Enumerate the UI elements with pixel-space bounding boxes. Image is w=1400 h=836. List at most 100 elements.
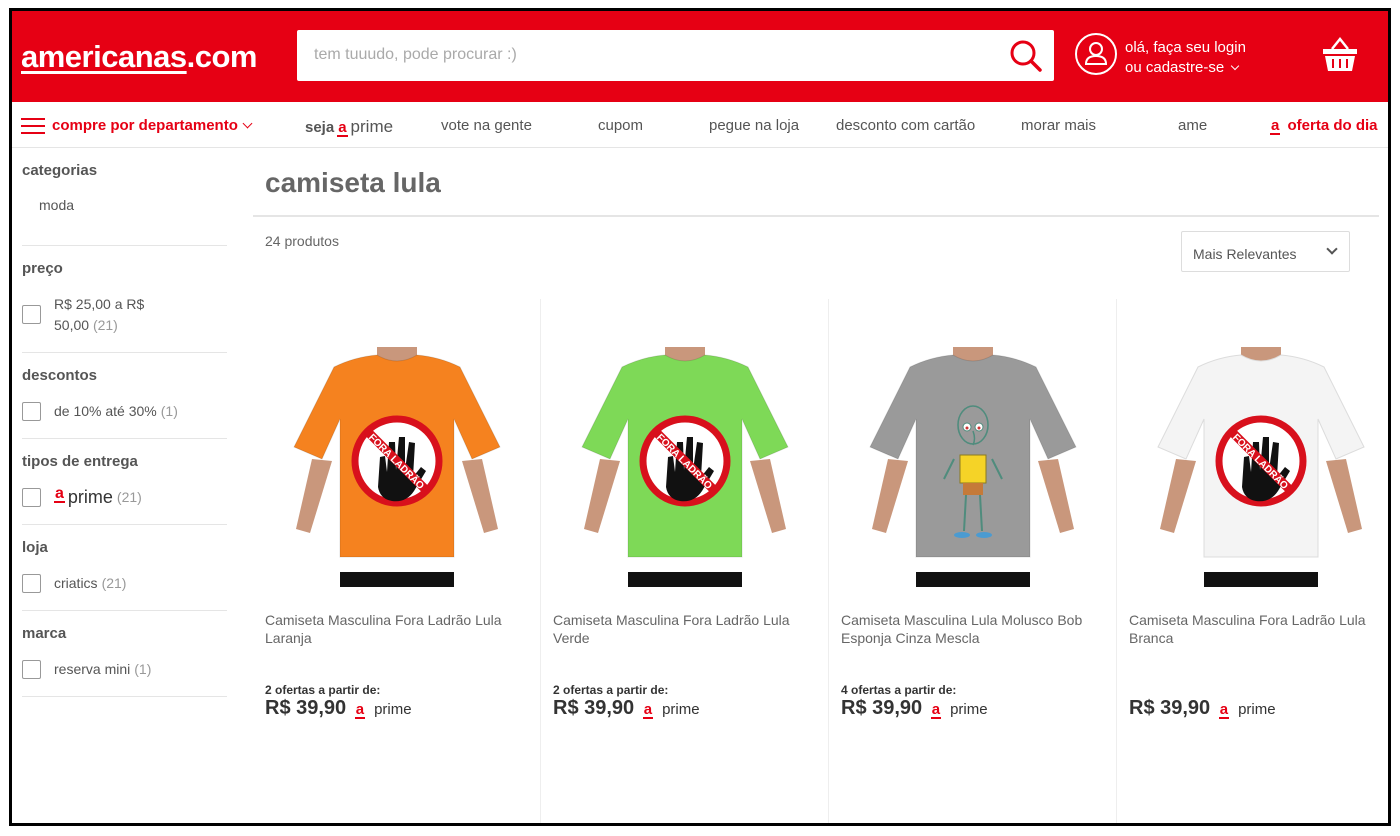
login-line: olá, faça seu login <box>1125 39 1246 56</box>
nav-item-card-discount[interactable]: desconto com cartão <box>836 117 975 134</box>
prime-label: prime <box>950 701 988 718</box>
logo-text: americanas <box>21 39 187 74</box>
option-label: reserva mini <box>54 661 131 677</box>
login-link[interactable]: olá, faça seu login ou cadastre-se <box>1125 38 1246 78</box>
site-logo[interactable]: americanas.com <box>21 39 257 75</box>
product-grid: FORA LADRÃO Camiseta Masculina Fora Ladr… <box>253 299 1388 823</box>
product-offers: 4 ofertas a partir de: <box>841 683 957 697</box>
a-prime-icon: a <box>337 119 348 137</box>
search-box <box>297 30 1054 81</box>
filter-price: preço R$ 25,00 a R$ 50,00 (21) <box>22 246 227 353</box>
prime-label: prime <box>662 701 700 718</box>
price-value: R$ 39,90 <box>1129 697 1211 719</box>
price-value: R$ 39,90 <box>553 697 635 719</box>
a-prime-icon: a <box>930 701 942 719</box>
filter-title: preço <box>22 260 63 277</box>
filter-delivery: tipos de entrega a prime (21) <box>22 439 227 525</box>
divider <box>253 215 1379 217</box>
product-image[interactable]: FORA LADRÃO <box>274 347 520 587</box>
register-line: ou cadastre-se <box>1125 58 1246 78</box>
page-frame: americanas.com olá, faça seu login ou ca… <box>9 8 1391 826</box>
product-offers: 2 ofertas a partir de: <box>265 683 381 697</box>
sort-value: Mais Relevantes <box>1193 246 1297 262</box>
menu-icon[interactable] <box>21 118 45 134</box>
no-thief-graphic: FORA LADRÃO <box>351 415 443 507</box>
checkbox[interactable] <box>22 660 41 679</box>
nav-prime[interactable]: seja a prime <box>305 117 393 137</box>
filter-title: marca <box>22 625 67 642</box>
prime-label: prime <box>1238 701 1276 718</box>
nav-item-pickup[interactable]: pegue na loja <box>709 117 799 134</box>
filter-brand: marca reserva mini (1) <box>22 611 227 697</box>
a-prime-icon: a <box>1218 701 1230 719</box>
filter-title: loja <box>22 539 48 556</box>
nav-item-vote[interactable]: vote na gente <box>441 117 532 134</box>
chevron-down-icon <box>1326 243 1338 255</box>
filter-option[interactable]: criatics (21) <box>22 573 227 594</box>
sort-select[interactable]: Mais Relevantes <box>1181 231 1350 272</box>
logo-domain: .com <box>186 39 258 74</box>
no-thief-graphic: FORA LADRÃO <box>639 415 731 507</box>
search-icon[interactable] <box>1008 38 1044 74</box>
price-value: R$ 39,90 <box>841 697 923 719</box>
filter-title: tipos de entrega <box>22 453 138 470</box>
no-thief-graphic: FORA LADRÃO <box>1215 415 1307 507</box>
product-image[interactable] <box>850 347 1096 587</box>
product-card[interactable]: Camiseta Masculina Lula Molusco Bob Espo… <box>829 299 1117 823</box>
filter-option[interactable]: a prime (21) <box>22 485 227 508</box>
nav-departments[interactable]: compre por departamento <box>52 117 253 134</box>
checkbox[interactable] <box>22 402 41 421</box>
header-bar: americanas.com olá, faça seu login ou ca… <box>12 11 1388 102</box>
product-image[interactable]: FORA LADRÃO <box>562 347 808 587</box>
basket-icon[interactable] <box>1320 35 1360 75</box>
product-name[interactable]: Camiseta Masculina Fora Ladrão Lula Lara… <box>265 611 525 647</box>
product-price: R$ 39,90 a prime <box>1129 697 1276 720</box>
product-card[interactable]: FORA LADRÃO Camiseta Masculina Fora Ladr… <box>253 299 541 823</box>
filter-title: categorias <box>22 162 98 179</box>
a-prime-icon: a <box>642 701 654 719</box>
nav-item-ame[interactable]: ame <box>1178 117 1207 134</box>
product-name[interactable]: Camiseta Masculina Fora Ladrão Lula Verd… <box>553 611 813 647</box>
filter-option[interactable]: reserva mini (1) <box>22 659 227 680</box>
search-input[interactable] <box>314 43 994 67</box>
product-price: R$ 39,90 a prime <box>265 697 412 720</box>
results-count: 24 produtos <box>265 233 339 249</box>
category-link[interactable]: moda <box>22 195 227 216</box>
product-card[interactable]: FORA LADRÃO Camiseta Masculina Fora Ladr… <box>1117 299 1388 823</box>
nav-item-morar[interactable]: morar mais <box>1021 117 1096 134</box>
page-title: camiseta lula <box>265 167 441 198</box>
price-value: R$ 39,90 <box>265 697 347 719</box>
product-offers: 2 ofertas a partir de: <box>553 683 669 697</box>
product-name[interactable]: Camiseta Masculina Lula Molusco Bob Espo… <box>841 611 1101 647</box>
checkbox[interactable] <box>22 488 41 507</box>
a-prime-icon: a <box>354 701 366 719</box>
option-label: criatics <box>54 575 98 591</box>
a-prime-icon: a <box>54 485 65 503</box>
chevron-down-icon <box>1230 61 1240 71</box>
product-price: R$ 39,90 a prime <box>553 697 700 720</box>
a-prime-icon: a <box>1270 117 1281 135</box>
option-count: (21) <box>116 489 142 505</box>
checkbox[interactable] <box>22 574 41 593</box>
checkbox[interactable] <box>22 305 41 324</box>
nav-item-cupom[interactable]: cupom <box>598 117 643 134</box>
user-icon[interactable] <box>1075 33 1117 75</box>
filter-discounts: descontos de 10% até 30% (1) <box>22 353 227 439</box>
filter-store: loja criatics (21) <box>22 525 227 611</box>
option-count: (21) <box>101 575 127 591</box>
product-name[interactable]: Camiseta Masculina Fora Ladrão Lula Bran… <box>1129 611 1388 647</box>
product-card[interactable]: FORA LADRÃO Camiseta Masculina Fora Ladr… <box>541 299 829 823</box>
filter-categories: categorias moda <box>22 148 227 246</box>
nav-bar: compre por departamento seja a prime vote … <box>12 102 1388 148</box>
product-price: R$ 39,90 a prime <box>841 697 988 720</box>
chevron-down-icon <box>242 118 253 129</box>
filter-option[interactable]: de 10% até 30% (1) <box>22 401 227 422</box>
filter-sidebar: categorias moda preço R$ 25,00 a R$ 50,0… <box>22 148 227 697</box>
option-label: de 10% até 30% <box>54 403 157 419</box>
option-count: (21) <box>92 317 118 333</box>
nav-offer-of-day[interactable]: a oferta do dia <box>1267 117 1378 135</box>
prime-label: prime <box>374 701 412 718</box>
product-image[interactable]: FORA LADRÃO <box>1138 347 1384 587</box>
option-count: (1) <box>134 661 152 677</box>
filter-option[interactable]: R$ 25,00 a R$ 50,00 (21) <box>22 294 227 336</box>
